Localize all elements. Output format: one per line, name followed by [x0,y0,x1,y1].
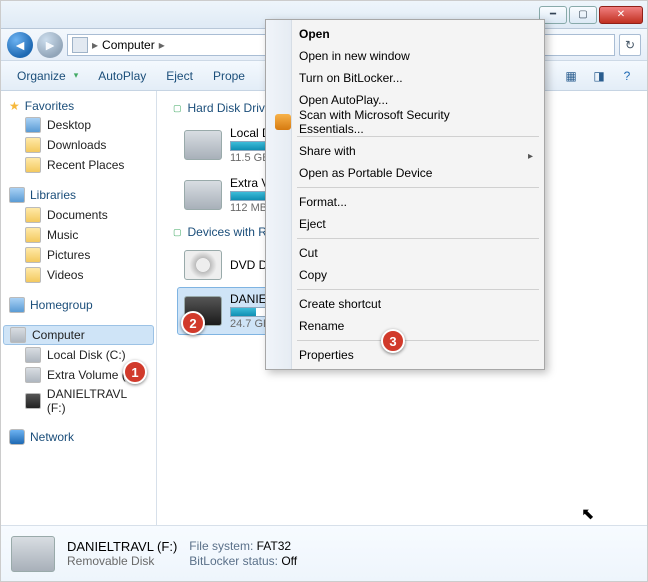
menu-create-shortcut[interactable]: Create shortcut [269,293,541,315]
annotation-badge-1: 1 [123,360,147,384]
chevron-icon: ▸ [92,38,98,52]
breadcrumb-item[interactable]: Computer [102,38,155,52]
drive-icon [184,180,222,210]
annotation-badge-3: 3 [381,329,405,353]
folder-icon [25,267,41,283]
view-button[interactable]: ▦ [559,65,583,87]
homegroup-header[interactable]: Homegroup [3,295,154,315]
nav-pictures[interactable]: Pictures [3,245,154,265]
expand-icon: ▢ [173,103,182,114]
menu-scan-mse[interactable]: Scan with Microsoft Security Essentials.… [269,111,541,133]
menu-open[interactable]: Open [269,23,541,45]
label-filesystem: File system: [189,539,253,553]
properties-button[interactable]: Prope [205,65,253,87]
menu-rename[interactable]: Rename [269,315,541,337]
drive-icon [25,367,41,383]
maximize-button[interactable]: ▢ [569,6,597,24]
value-bitlocker: Off [281,554,297,568]
star-icon: ★ [9,99,20,113]
shield-icon [275,114,291,130]
nav-desktop[interactable]: Desktop [3,115,154,135]
navigation-pane: ★Favorites Desktop Downloads Recent Plac… [1,91,157,525]
expand-icon: ▢ [173,227,182,238]
annotation-badge-2: 2 [181,311,205,335]
nav-videos[interactable]: Videos [3,265,154,285]
usb-drive-icon [25,393,41,409]
libraries-header[interactable]: Libraries [3,185,154,205]
nav-computer[interactable]: Computer [3,325,154,345]
nav-recent[interactable]: Recent Places [3,155,154,175]
network-icon [9,429,25,445]
folder-icon [25,207,41,223]
libraries-icon [9,187,25,203]
details-pane: DANIELTRAVL (F:) Removable Disk File sys… [1,525,647,581]
drive-icon [25,347,41,363]
autoplay-button[interactable]: AutoPlay [90,65,154,87]
homegroup-icon [9,297,25,313]
separator [297,289,539,290]
nav-danieltravl-f[interactable]: DANIELTRAVL (F:) [3,385,154,417]
value-filesystem: FAT32 [257,539,291,553]
separator [297,187,539,188]
menu-share-with[interactable]: Share with [269,140,541,162]
drive-icon [11,536,55,572]
label-bitlocker: BitLocker status: [189,554,278,568]
nav-downloads[interactable]: Downloads [3,135,154,155]
forward-button[interactable]: ► [37,32,63,58]
separator [297,136,539,137]
details-name: DANIELTRAVL (F:) [67,539,177,554]
preview-pane-button[interactable]: ◨ [587,65,611,87]
favorites-header[interactable]: ★Favorites [3,97,154,115]
drive-icon [184,130,222,160]
back-button[interactable]: ◄ [7,32,33,58]
separator [297,340,539,341]
details-type: Removable Disk [67,554,177,569]
mouse-cursor-icon: ⬉ [581,504,594,524]
nav-documents[interactable]: Documents [3,205,154,225]
folder-icon [25,227,41,243]
close-button[interactable]: ✕ [599,6,643,24]
folder-icon [25,157,41,173]
computer-icon [72,37,88,53]
eject-button[interactable]: Eject [158,65,201,87]
dvd-drive-icon [184,250,222,280]
menu-properties[interactable]: Properties [269,344,541,366]
nav-music[interactable]: Music [3,225,154,245]
folder-icon [25,137,41,153]
menu-eject[interactable]: Eject [269,213,541,235]
menu-copy[interactable]: Copy [269,264,541,286]
folder-icon [25,247,41,263]
menu-bitlocker[interactable]: Turn on BitLocker... [269,67,541,89]
desktop-icon [25,117,41,133]
network-header[interactable]: Network [3,427,154,447]
context-menu: Open Open in new window Turn on BitLocke… [265,19,545,370]
separator [297,238,539,239]
computer-icon [10,327,26,343]
menu-cut[interactable]: Cut [269,242,541,264]
menu-format[interactable]: Format... [269,191,541,213]
help-button[interactable]: ? [615,65,639,87]
organize-button[interactable]: Organize [9,65,86,87]
chevron-icon: ▸ [159,38,165,52]
refresh-button[interactable]: ↻ [619,34,641,56]
menu-open-new-window[interactable]: Open in new window [269,45,541,67]
menu-open-portable-device[interactable]: Open as Portable Device [269,162,541,184]
